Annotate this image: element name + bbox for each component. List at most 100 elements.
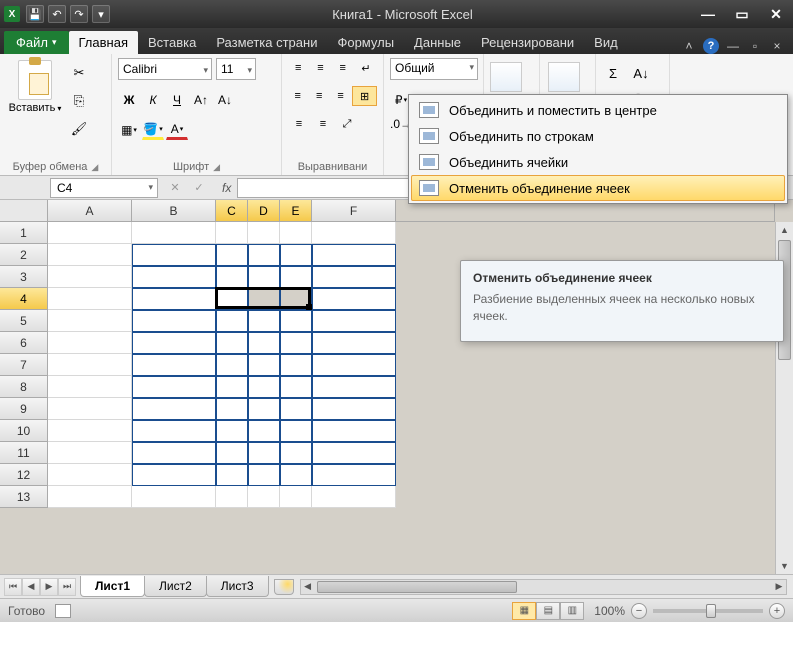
scroll-right-icon[interactable]: ▶ (772, 580, 786, 594)
tab-page-layout[interactable]: Разметка страни (206, 31, 327, 54)
cell[interactable] (248, 310, 280, 332)
cell[interactable] (312, 332, 396, 354)
first-sheet-icon[interactable]: ⏮ (4, 578, 22, 596)
horizontal-scrollbar[interactable]: ◀ ▶ (300, 579, 787, 595)
row-header-5[interactable]: 5 (0, 310, 48, 332)
help-icon[interactable]: ? (703, 38, 719, 54)
increase-indent-icon[interactable]: ≡ (312, 114, 334, 134)
column-header-F[interactable]: F (312, 200, 396, 222)
cell[interactable] (132, 244, 216, 266)
zoom-in-button[interactable]: + (769, 603, 785, 619)
cell[interactable] (132, 332, 216, 354)
cell[interactable] (132, 464, 216, 486)
cell[interactable] (132, 398, 216, 420)
cell[interactable] (216, 376, 248, 398)
menu-unmerge-cells[interactable]: Отменить объединение ячеек (411, 175, 785, 201)
window-minimize-icon[interactable]: — (725, 38, 741, 54)
cell[interactable] (216, 332, 248, 354)
row-header-9[interactable]: 9 (0, 398, 48, 420)
row-header-4[interactable]: 4 (0, 288, 48, 310)
cell[interactable] (132, 420, 216, 442)
sheet-tab-1[interactable]: Лист1 (80, 576, 145, 597)
zoom-slider[interactable] (653, 609, 763, 613)
redo-icon[interactable]: ↷ (70, 5, 88, 23)
scroll-down-icon[interactable]: ▼ (776, 558, 793, 574)
cell[interactable] (248, 222, 280, 244)
paste-button[interactable]: Вставить (6, 58, 64, 159)
minimize-ribbon-icon[interactable]: ˄ (681, 38, 697, 54)
cell[interactable] (280, 464, 312, 486)
tab-review[interactable]: Рецензировани (471, 31, 584, 54)
cell[interactable] (312, 442, 396, 464)
cell[interactable] (248, 332, 280, 354)
row-header-13[interactable]: 13 (0, 486, 48, 508)
save-icon[interactable]: 💾 (26, 5, 44, 23)
tab-file[interactable]: Файл (4, 31, 69, 54)
tab-view[interactable]: Вид (584, 31, 628, 54)
column-header-E[interactable]: E (280, 200, 312, 222)
close-button[interactable]: ✕ (763, 5, 789, 23)
select-all-button[interactable] (0, 200, 48, 222)
page-break-view-icon[interactable]: ▥ (560, 602, 584, 620)
cell[interactable] (48, 376, 132, 398)
sheet-tab-2[interactable]: Лист2 (144, 576, 207, 597)
wrap-text-icon[interactable]: ↵ (355, 58, 377, 78)
name-box[interactable]: C4 (50, 178, 158, 198)
cell[interactable] (248, 464, 280, 486)
scroll-up-icon[interactable]: ▲ (776, 222, 793, 238)
menu-merge-across[interactable]: Объединить по строкам (411, 123, 785, 149)
cell[interactable] (312, 464, 396, 486)
next-sheet-icon[interactable]: ▶ (40, 578, 58, 596)
cell[interactable] (280, 288, 312, 310)
align-left-icon[interactable]: ≡ (288, 86, 307, 106)
cell[interactable] (280, 486, 312, 508)
underline-button[interactable]: Ч (166, 90, 188, 110)
cell[interactable] (48, 266, 132, 288)
fx-icon[interactable]: fx (216, 181, 237, 195)
cell[interactable] (48, 222, 132, 244)
cell[interactable] (248, 288, 280, 310)
cell[interactable] (312, 288, 396, 310)
cell[interactable] (216, 244, 248, 266)
italic-button[interactable]: К (142, 90, 164, 110)
cell[interactable] (248, 486, 280, 508)
cell[interactable] (280, 376, 312, 398)
copy-icon[interactable]: ⎘ (68, 90, 90, 112)
cell[interactable] (312, 398, 396, 420)
fill-color-button[interactable]: 🪣 (142, 120, 164, 140)
undo-icon[interactable]: ↶ (48, 5, 66, 23)
cell[interactable] (280, 310, 312, 332)
menu-merge-cells[interactable]: Объединить ячейки (411, 149, 785, 175)
font-launcher-icon[interactable]: ◢ (213, 162, 220, 173)
cell[interactable] (248, 244, 280, 266)
align-right-icon[interactable]: ≡ (331, 86, 350, 106)
align-center-icon[interactable]: ≡ (309, 86, 328, 106)
cell[interactable] (312, 310, 396, 332)
cell[interactable] (132, 222, 216, 244)
row-header-6[interactable]: 6 (0, 332, 48, 354)
cell[interactable] (280, 420, 312, 442)
cell[interactable] (132, 266, 216, 288)
cell[interactable] (132, 288, 216, 310)
cell[interactable] (216, 266, 248, 288)
new-sheet-button[interactable] (274, 579, 294, 595)
cell[interactable] (216, 442, 248, 464)
cell[interactable] (280, 442, 312, 464)
cell[interactable] (132, 442, 216, 464)
align-middle-icon[interactable]: ≡ (310, 58, 330, 78)
font-name-combo[interactable]: Calibri (118, 58, 212, 80)
cell[interactable] (216, 398, 248, 420)
column-header-C[interactable]: C (216, 200, 248, 222)
borders-button[interactable]: ▦ (118, 120, 140, 140)
cancel-formula-icon[interactable]: ✕ (166, 179, 184, 197)
cell[interactable] (248, 420, 280, 442)
prev-sheet-icon[interactable]: ◀ (22, 578, 40, 596)
cell[interactable] (216, 464, 248, 486)
cell[interactable] (48, 288, 132, 310)
cell[interactable] (216, 486, 248, 508)
row-header-7[interactable]: 7 (0, 354, 48, 376)
hscroll-thumb[interactable] (317, 581, 517, 593)
tab-formulas[interactable]: Формулы (327, 31, 404, 54)
row-header-10[interactable]: 10 (0, 420, 48, 442)
window-close-icon[interactable]: × (769, 38, 785, 54)
